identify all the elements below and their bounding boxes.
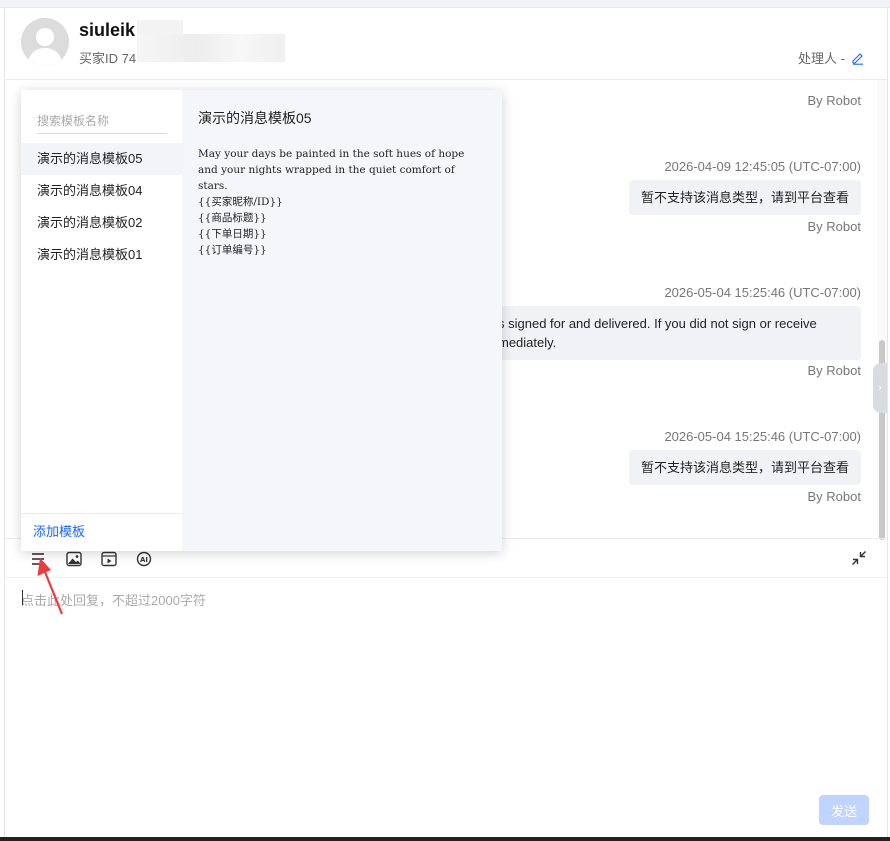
message-bubble: 暂不支持该消息类型，请到平台查看 (628, 450, 861, 485)
handler-label: 处理人 - (798, 51, 845, 66)
template-item[interactable]: 演示的消息模板02 (21, 207, 182, 239)
image-icon[interactable] (65, 550, 83, 568)
reply-input[interactable] (21, 590, 871, 790)
side-panel-toggle[interactable]: › (873, 363, 887, 413)
message-bubble: 暂不支持该消息类型，请到平台查看 (628, 180, 861, 215)
chevron-right-icon: › (878, 382, 882, 394)
sender-label: By Robot (807, 93, 861, 108)
message-timestamp: 2026-04-09 12:45:05 (UTC-07:00) (664, 159, 861, 174)
message-timestamp: 2026-05-04 15:25:46 (UTC-07:00) (664, 429, 861, 444)
window-top-strip (0, 0, 890, 8)
chat-header: siuleik 买家ID 74 处理人 - (5, 8, 887, 80)
template-list-panel: 演示的消息模板05 演示的消息模板04 演示的消息模板02 演示的消息模板01 … (21, 90, 182, 551)
template-popup: 演示的消息模板05 演示的消息模板04 演示的消息模板02 演示的消息模板01 … (21, 90, 502, 551)
ai-icon[interactable]: AI (135, 550, 153, 568)
message-line: mediately. (498, 335, 557, 350)
user-avatar-icon (21, 18, 69, 66)
template-item[interactable]: 演示的消息模板04 (21, 175, 182, 207)
svg-text:AI: AI (140, 556, 148, 564)
chat-window: siuleik 买家ID 74 处理人 - By Robot 2026-04-0… (4, 8, 888, 837)
message-scrollbar[interactable] (877, 80, 887, 540)
template-item[interactable]: 演示的消息模板05 (21, 143, 182, 175)
template-item[interactable]: 演示的消息模板01 (21, 239, 182, 271)
add-template-link[interactable]: 添加模板 (21, 513, 182, 551)
buyer-id: 买家ID 74 (79, 51, 137, 66)
video-icon[interactable] (100, 550, 118, 568)
template-preview-body: May your days be painted in the soft hue… (198, 148, 465, 256)
message-timestamp: 2026-05-04 15:25:46 (UTC-07:00) (664, 285, 861, 300)
template-list-icon[interactable] (29, 550, 47, 568)
template-search-input[interactable] (37, 108, 167, 134)
sender-label: By Robot (807, 219, 861, 234)
collapse-icon[interactable] (851, 550, 867, 566)
message-line: s signed for and delivered. If you did n… (498, 316, 817, 331)
buyer-name: siuleik (79, 20, 136, 40)
template-list: 演示的消息模板05 演示的消息模板04 演示的消息模板02 演示的消息模板01 (21, 143, 182, 271)
text-caret (22, 590, 23, 605)
handler-field: 处理人 - (798, 48, 865, 67)
send-button[interactable]: 发送 (819, 795, 869, 825)
redacted-area (137, 34, 285, 62)
sender-label: By Robot (807, 489, 861, 504)
template-preview-panel: 演示的消息模板05 May your days be painted in th… (182, 90, 502, 551)
edit-icon[interactable] (851, 51, 865, 65)
sender-label: By Robot (807, 363, 861, 378)
avatar[interactable] (21, 18, 69, 66)
template-preview-title: 演示的消息模板05 (198, 110, 312, 126)
message-bubble: s signed for and delivered. If you did n… (486, 306, 861, 360)
bottom-edge (0, 837, 890, 841)
